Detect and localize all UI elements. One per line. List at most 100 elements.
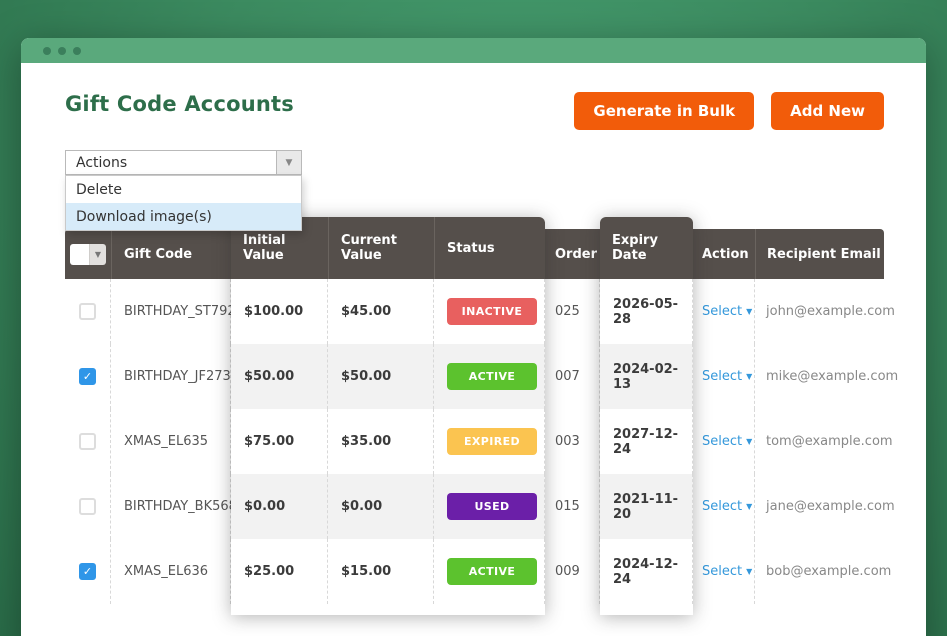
table-row: ✓ BIRTHDAY_JF273 <box>65 344 231 409</box>
chevron-down-icon: ▼ <box>89 244 106 265</box>
table-row: 2024-12-24 <box>600 539 693 604</box>
row-checkbox[interactable]: ✓ <box>79 498 96 515</box>
status-badge: INACTIVE <box>447 298 537 325</box>
recipient-email-cell: john@example.com <box>755 279 884 344</box>
window-dot-icon[interactable] <box>43 47 51 55</box>
table-row: Select▼ bob@example.com <box>693 539 884 604</box>
row-checkbox[interactable]: ✓ <box>79 368 96 385</box>
window-dot-icon[interactable] <box>73 47 81 55</box>
current-value-cell: $15.00 <box>328 539 434 604</box>
select-action-dropdown[interactable]: Select▼ <box>702 434 752 449</box>
expiry-date-cell: 2026-05-28 <box>600 279 693 344</box>
select-all-header-cell: ▼ <box>65 229 111 279</box>
table-row: 2027-12-24 <box>600 409 693 474</box>
current-value-cell: $50.00 <box>328 344 434 409</box>
table-row: 015 <box>545 474 600 539</box>
initial-value-cell: $75.00 <box>231 409 328 474</box>
status-cell: EXPIRED <box>434 409 545 474</box>
column-header-current-value: Current Value <box>328 217 434 279</box>
column-header-order: Order <box>545 229 600 279</box>
table-row: 003 <box>545 409 600 474</box>
column-header-action: Action <box>693 229 755 279</box>
gift-code-cell: BIRTHDAY_ST792 <box>111 279 231 344</box>
actions-selected-value: Actions <box>66 155 276 171</box>
status-cell: INACTIVE <box>434 279 545 344</box>
order-cell: 009 <box>545 539 600 604</box>
table-row: 2021-11-20 <box>600 474 693 539</box>
table-row: ✓ XMAS_EL635 <box>65 409 231 474</box>
order-cell: 025 <box>545 279 600 344</box>
status-cell: ACTIVE <box>434 344 545 409</box>
table-row: 2026-05-28 <box>600 279 693 344</box>
order-cell: 015 <box>545 474 600 539</box>
table-row: $25.00 $15.00 ACTIVE <box>231 539 545 604</box>
app-window: Gift Code Accounts Generate in Bulk Add … <box>21 38 926 636</box>
select-action-dropdown[interactable]: Select▼ <box>702 499 752 514</box>
chevron-down-icon: ▼ <box>746 567 752 576</box>
checkbox-icon <box>70 244 89 265</box>
row-checkbox[interactable]: ✓ <box>79 563 96 580</box>
recipient-email-cell: mike@example.com <box>755 344 884 409</box>
table-row: Select▼ john@example.com <box>693 279 884 344</box>
chevron-down-icon: ▼ <box>746 502 752 511</box>
select-action-dropdown[interactable]: Select▼ <box>702 564 752 579</box>
expiry-date-cell: 2021-11-20 <box>600 474 693 539</box>
recipient-email-cell: jane@example.com <box>755 474 884 539</box>
row-checkbox[interactable]: ✓ <box>79 303 96 320</box>
gift-codes-table: ▼ Gift Code ✓ BIRTHDAY_ST792 ✓ BIRTHDAY_… <box>65 217 884 615</box>
table-segment: ▼ Gift Code ✓ BIRTHDAY_ST792 ✓ BIRTHDAY_… <box>65 229 231 604</box>
column-header-gift-code: Gift Code <box>111 229 231 279</box>
current-value-cell: $0.00 <box>328 474 434 539</box>
actions-dropdown: Actions ▼ Delete Download image(s) <box>65 150 302 175</box>
table-row: 025 <box>545 279 600 344</box>
menu-item-delete[interactable]: Delete <box>66 176 301 203</box>
table-row: ✓ BIRTHDAY_ST792 <box>65 279 231 344</box>
table-row: 2024-02-13 <box>600 344 693 409</box>
menu-item-download-images[interactable]: Download image(s) <box>66 203 301 230</box>
add-new-button[interactable]: Add New <box>771 92 884 130</box>
table-row: $100.00 $45.00 INACTIVE <box>231 279 545 344</box>
table-row: $75.00 $35.00 EXPIRED <box>231 409 545 474</box>
initial-value-cell: $25.00 <box>231 539 328 604</box>
table-segment: Action Recipient Email Select▼ john@exam… <box>693 229 884 604</box>
chevron-down-icon: ▼ <box>746 307 752 316</box>
status-badge: ACTIVE <box>447 363 537 390</box>
initial-value-cell: $50.00 <box>231 344 328 409</box>
recipient-email-cell: tom@example.com <box>755 409 884 474</box>
actions-select[interactable]: Actions ▼ <box>65 150 302 175</box>
order-cell: 003 <box>545 409 600 474</box>
actions-menu: Delete Download image(s) <box>65 175 302 231</box>
table-row: $0.00 $0.00 USED <box>231 474 545 539</box>
chevron-down-icon[interactable]: ▼ <box>276 151 301 174</box>
status-badge: EXPIRED <box>447 428 537 455</box>
current-value-cell: $45.00 <box>328 279 434 344</box>
select-action-dropdown[interactable]: Select▼ <box>702 304 752 319</box>
chevron-down-icon: ▼ <box>746 437 752 446</box>
select-all-checkbox[interactable]: ▼ <box>70 244 106 265</box>
initial-value-cell: $0.00 <box>231 474 328 539</box>
select-action-dropdown[interactable]: Select▼ <box>702 369 752 384</box>
table-segment: Order 025 007 003 015 009 <box>545 229 600 604</box>
gift-code-cell: XMAS_EL636 <box>111 539 231 604</box>
table-row: Select▼ tom@example.com <box>693 409 884 474</box>
page-content: Gift Code Accounts Generate in Bulk Add … <box>21 63 926 636</box>
generate-in-bulk-button[interactable]: Generate in Bulk <box>574 92 754 130</box>
row-checkbox[interactable]: ✓ <box>79 433 96 450</box>
raised-column-group-expiry: Expiry Date 2026-05-28 2024-02-13 2027-1… <box>600 217 693 615</box>
window-titlebar <box>21 38 926 63</box>
expiry-date-cell: 2027-12-24 <box>600 409 693 474</box>
header-buttons: Generate in Bulk Add New <box>574 92 884 130</box>
window-dot-icon[interactable] <box>58 47 66 55</box>
status-badge: ACTIVE <box>447 558 537 585</box>
table-row: ✓ XMAS_EL636 <box>65 539 231 604</box>
status-badge: USED <box>447 493 537 520</box>
page-title: Gift Code Accounts <box>65 92 294 116</box>
table-row: Select▼ jane@example.com <box>693 474 884 539</box>
gift-code-cell: XMAS_EL635 <box>111 409 231 474</box>
recipient-email-cell: bob@example.com <box>755 539 884 604</box>
status-cell: USED <box>434 474 545 539</box>
table-row: ✓ BIRTHDAY_BK568 <box>65 474 231 539</box>
expiry-date-cell: 2024-02-13 <box>600 344 693 409</box>
table-row: $50.00 $50.00 ACTIVE <box>231 344 545 409</box>
table-row: 007 <box>545 344 600 409</box>
